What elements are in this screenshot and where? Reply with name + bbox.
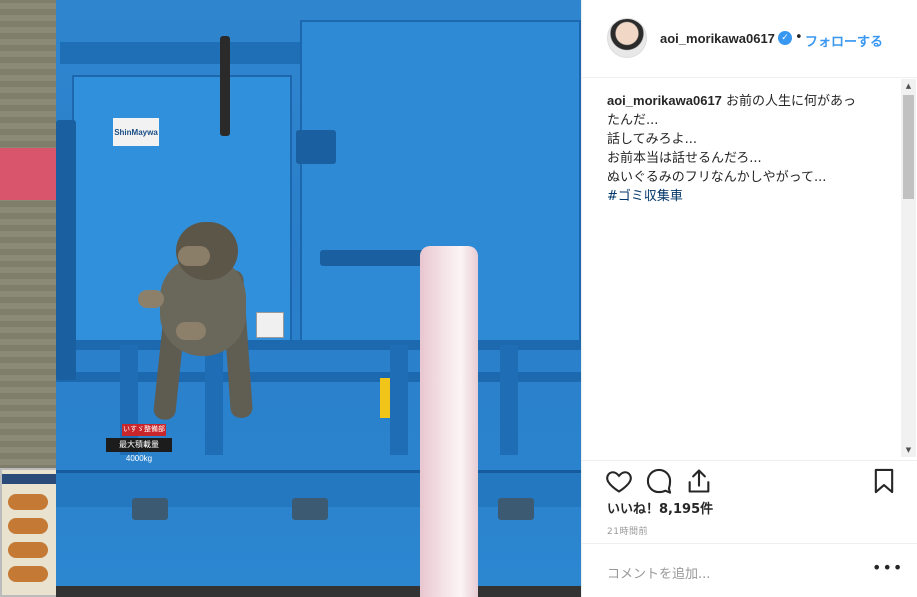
follow-button[interactable]: フォローする bbox=[805, 31, 883, 50]
comment-icon[interactable] bbox=[645, 467, 673, 495]
header-separator: • bbox=[795, 30, 803, 45]
stuffed-monkey-hand bbox=[138, 290, 164, 308]
post-photo[interactable]: ShinMaywa いすゞ整備部 最大積載量 4000kg bbox=[0, 0, 581, 597]
bookmark-icon[interactable] bbox=[870, 467, 898, 495]
caption-username[interactable]: aoi_morikawa0617 bbox=[607, 93, 722, 108]
action-bar bbox=[582, 460, 917, 500]
truck-lock-mechanism bbox=[296, 130, 336, 164]
truck-rib bbox=[390, 345, 408, 455]
scroll-up-icon[interactable]: ▲ bbox=[901, 79, 916, 93]
stuffed-monkey-foot bbox=[176, 322, 206, 340]
truck-bracket bbox=[292, 498, 328, 520]
ground-shadow bbox=[56, 586, 581, 597]
hanging-towel bbox=[420, 246, 478, 597]
verified-badge-icon: ✓ bbox=[778, 31, 792, 45]
scroll-thumb[interactable] bbox=[903, 95, 914, 199]
capacity-plate-value: 最大積載量 4000kg bbox=[106, 438, 172, 463]
post-side-pane: aoi_morikawa0617 ✓ • フォローする aoi_morikawa… bbox=[581, 0, 917, 597]
heart-icon[interactable] bbox=[605, 467, 633, 495]
capacity-plate-header: いすゞ整備部 bbox=[122, 424, 166, 436]
stuffed-monkey-face bbox=[178, 246, 210, 266]
warning-sticker bbox=[256, 312, 284, 338]
truck-latch-rod bbox=[220, 36, 230, 136]
truck-bracket bbox=[132, 498, 168, 520]
brand-plate: ShinMaywa bbox=[113, 118, 159, 146]
truck-rib bbox=[205, 345, 223, 455]
likes-count[interactable]: いいね！8,195件 bbox=[607, 498, 713, 517]
avatar[interactable] bbox=[607, 18, 647, 58]
menu-board-title bbox=[2, 474, 56, 484]
share-icon[interactable] bbox=[685, 467, 713, 495]
menu-dish bbox=[8, 542, 48, 558]
menu-board bbox=[0, 468, 58, 597]
scroll-down-icon[interactable]: ▼ bbox=[901, 443, 916, 457]
comment-input[interactable]: コメントを追加... bbox=[607, 563, 710, 582]
caption-line: お前本当は話せるんだろ... bbox=[607, 151, 762, 166]
capacity-plate: いすゞ整備部 最大積載量 4000kg bbox=[106, 424, 172, 463]
post-header: aoi_morikawa0617 ✓ • フォローする bbox=[582, 0, 917, 78]
caption-line: aoi_morikawa0617 お前の人生に何があっ bbox=[607, 91, 875, 111]
menu-dish bbox=[8, 518, 48, 534]
caption-line: ぬいぐるみのフリなんかしやがって... bbox=[607, 170, 827, 185]
post-caption: aoi_morikawa0617 お前の人生に何があっ たんだ... 話してみろ… bbox=[607, 91, 875, 206]
truck-bracket bbox=[498, 498, 534, 520]
truck-hinge-column bbox=[56, 120, 76, 380]
truck-rib bbox=[500, 345, 518, 455]
yellow-sticker bbox=[380, 378, 390, 418]
caption-text: お前の人生に何があっ bbox=[726, 94, 857, 109]
caption-line: たんだ... bbox=[607, 113, 659, 128]
comment-bar: コメントを追加... ••• bbox=[582, 543, 917, 597]
caption-line: 話してみろよ... bbox=[607, 132, 698, 147]
menu-dish bbox=[8, 494, 48, 510]
header-username[interactable]: aoi_morikawa0617 bbox=[660, 31, 775, 46]
instagram-post: ShinMaywa いすゞ整備部 最大積載量 4000kg aoi_morika… bbox=[0, 0, 917, 597]
hashtag-link[interactable]: #ゴミ収集車 bbox=[607, 187, 875, 206]
menu-dish bbox=[8, 566, 48, 582]
more-options-button[interactable]: ••• bbox=[872, 558, 903, 577]
post-timestamp[interactable]: 21時間前 bbox=[607, 524, 648, 537]
comments-scrollbar[interactable]: ▲ ▼ bbox=[901, 79, 916, 457]
truck-door-handle bbox=[320, 250, 430, 266]
